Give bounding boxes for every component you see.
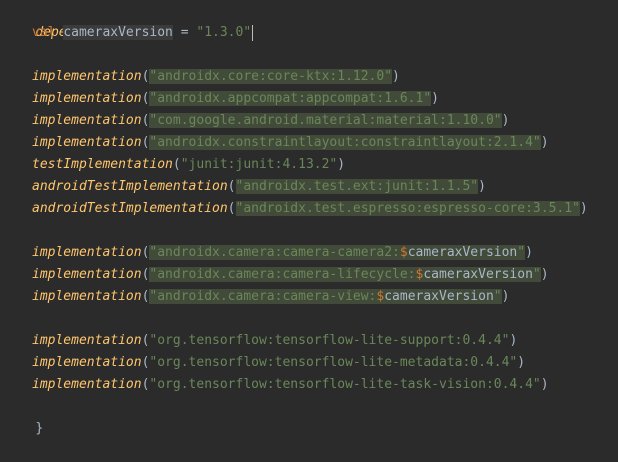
dependency-string: "org.tensorflow:tensorflow-lite-task-vis… <box>149 377 541 392</box>
code-line-dependency[interactable]: testImplementation("junit:junit:4.13.2") <box>0 154 345 176</box>
dependency-string: "com.google.android.material:material:1.… <box>149 113 502 128</box>
code-editor[interactable]: dependencies { val cameraxVersion = "1.3… <box>0 0 618 436</box>
function-name: androidTestImplementation <box>32 201 228 216</box>
code-line-tensorflow-dependency[interactable]: implementation("org.tensorflow:tensorflo… <box>0 374 549 396</box>
paren-close: ) <box>525 245 533 260</box>
paren-close: ) <box>509 333 518 348</box>
function-name: implementation <box>32 135 142 150</box>
function-name: implementation <box>32 333 142 348</box>
string-prefix: "androidx.camera:camera-lifecycle: <box>149 267 416 282</box>
code-line-tensorflow-dependency[interactable]: implementation("org.tensorflow:tensorflo… <box>0 352 525 374</box>
code-line-camera-dependency[interactable]: implementation("androidx.camera:camera-v… <box>0 286 509 308</box>
text-caret <box>252 24 254 41</box>
paren-close: ) <box>517 355 526 370</box>
paren-open: ( <box>172 157 181 172</box>
val-name: cameraxVersion <box>63 25 173 40</box>
code-line-block-close[interactable]: } <box>0 396 43 436</box>
paren-open: ( <box>227 179 236 194</box>
string-prefix: "androidx.camera:camera-camera2: <box>149 245 400 260</box>
string-prefix: "androidx.camera:camera-view: <box>149 289 377 304</box>
dependency-string: "androidx.core:core-ktx:1.12.0" <box>149 69 393 84</box>
code-line-dependency[interactable]: implementation("androidx.appcompat:appco… <box>0 88 439 110</box>
template-variable: cameraxVersion <box>423 267 533 282</box>
function-name: testImplementation <box>32 157 173 172</box>
function-name: implementation <box>32 355 142 370</box>
template-sign: $ <box>399 245 408 260</box>
dependency-string: "androidx.constraintlayout:constraintlay… <box>149 135 541 150</box>
paren-close: ) <box>337 157 346 172</box>
function-name: implementation <box>32 377 142 392</box>
function-name: implementation <box>32 267 142 282</box>
code-line-dependency[interactable]: implementation("com.google.android.mater… <box>0 110 509 132</box>
dependency-string: "org.tensorflow:tensorflow-lite-metadata… <box>149 355 518 370</box>
dependency-string: "androidx.test.ext:junit:1.1.5" <box>235 179 479 194</box>
paren-close: ) <box>501 289 510 304</box>
dependency-string: "androidx.test.espresso:espresso-core:3.… <box>235 201 580 216</box>
paren-close: ) <box>431 91 439 106</box>
paren-close: ) <box>540 135 549 150</box>
function-name: implementation <box>32 91 142 106</box>
function-name: implementation <box>32 69 142 84</box>
code-line-camera-dependency[interactable]: implementation("androidx.camera:camera-c… <box>0 242 533 264</box>
code-line-camera-dependency[interactable]: implementation("androidx.camera:camera-l… <box>0 264 549 286</box>
paren-close: ) <box>478 179 486 194</box>
dependency-string: "junit:junit:4.13.2" <box>180 157 338 172</box>
string-suffix: " <box>532 267 541 282</box>
function-name: implementation <box>32 245 142 260</box>
val-keyword: val <box>32 25 56 40</box>
paren-close: ) <box>540 267 549 282</box>
code-line-dependency[interactable]: androidTestImplementation("androidx.test… <box>0 198 588 220</box>
paren-close: ) <box>501 113 510 128</box>
dependency-string: "androidx.appcompat:appcompat:1.6.1" <box>149 91 432 106</box>
val-value: "1.3.0" <box>196 25 252 40</box>
code-line-tensorflow-dependency[interactable]: implementation("org.tensorflow:tensorflo… <box>0 330 517 352</box>
code-line-val[interactable]: val cameraxVersion = "1.3.0" <box>0 22 254 44</box>
function-name: implementation <box>32 289 142 304</box>
paren-close: ) <box>392 69 400 84</box>
code-line-dependency[interactable]: implementation("androidx.core:core-ktx:1… <box>0 66 400 88</box>
val-equals: = <box>172 25 197 40</box>
paren-close: ) <box>540 377 549 392</box>
code-line-dependency[interactable]: implementation("androidx.constraintlayou… <box>0 132 549 154</box>
string-suffix: " <box>517 245 526 260</box>
paren-open: ( <box>227 201 236 216</box>
template-variable: cameraxVersion <box>407 245 518 260</box>
paren-close: ) <box>579 201 588 216</box>
string-suffix: " <box>493 289 502 304</box>
dependency-string: "org.tensorflow:tensorflow-lite-support:… <box>149 333 510 348</box>
code-line-block-open[interactable]: dependencies { <box>0 0 145 40</box>
dependency-string: "androidx.camera:camera-lifecycle:$camer… <box>149 267 541 282</box>
block-close-brace: } <box>35 421 44 436</box>
code-line-dependency[interactable]: androidTestImplementation("androidx.test… <box>0 176 486 198</box>
dependency-string: "androidx.camera:camera-view:$cameraxVer… <box>149 289 502 304</box>
template-variable: cameraxVersion <box>384 289 494 304</box>
function-name: implementation <box>32 113 142 128</box>
dependency-string: "androidx.camera:camera-camera2:$camerax… <box>149 245 526 260</box>
function-name: androidTestImplementation <box>32 179 228 194</box>
